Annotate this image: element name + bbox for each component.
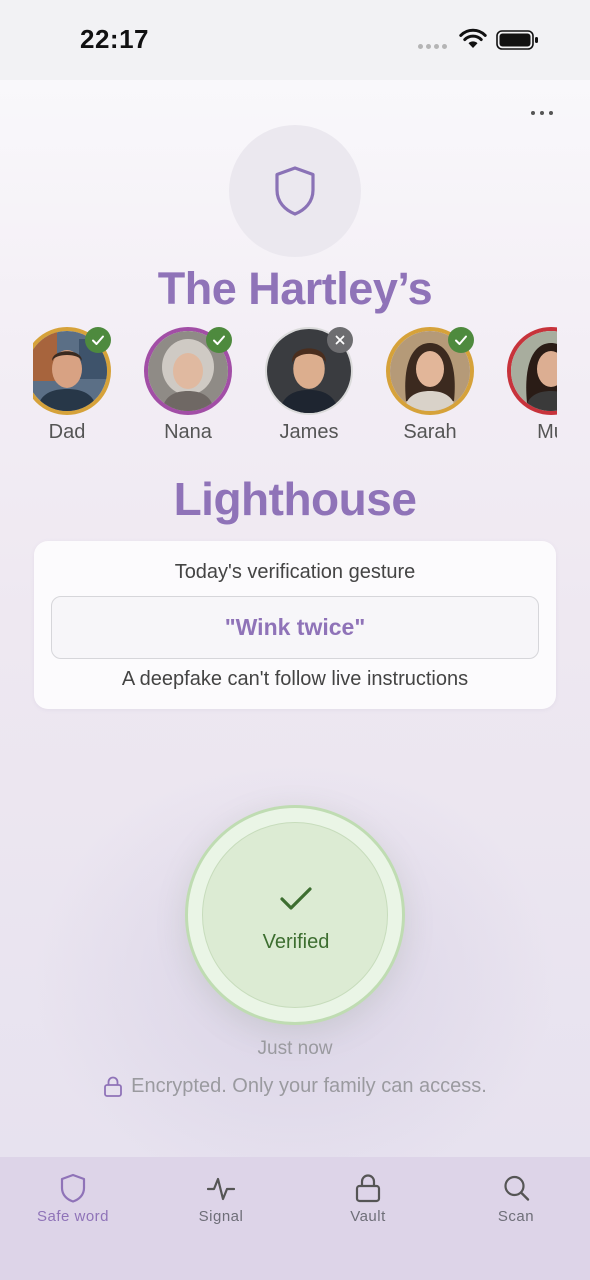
member-james[interactable]: James [249,325,369,455]
verified-badge [448,327,474,353]
tab-safe-word[interactable]: Safe word [13,1173,133,1233]
status-bar: 22:17 [0,0,590,80]
tab-label: Signal [198,1208,244,1225]
tab-bar: Safe word Signal Vault Scan [0,1157,590,1280]
encryption-text: Encrypted. Only your family can access. [131,1075,487,1097]
wifi-icon [459,28,487,48]
member-dad[interactable]: Dad [33,325,127,455]
avatar [507,327,557,415]
status-time: 22:17 [80,24,149,54]
battery-icon [496,30,538,50]
signal-dots-icon [418,44,447,49]
app-title: Lighthouse [173,473,417,525]
tab-vault[interactable]: Vault [308,1173,428,1233]
shield-icon [275,166,315,216]
member-sarah[interactable]: Sarah [370,325,490,455]
check-icon [213,335,225,345]
main-screen: The Hartley’s Dad Nana James Sarah M Lig… [0,80,590,1157]
gesture-value: "Wink twice" [51,596,539,659]
family-name: The Hartley’s [157,263,433,314]
tab-signal[interactable]: Signal [161,1173,281,1233]
member-name: James [279,421,339,443]
member-name: Nana [164,421,212,443]
pulse-icon [207,1177,235,1201]
family-members-row[interactable]: Dad Nana James Sarah M [33,325,557,455]
member-name: Sarah [403,421,457,443]
verified-badge [85,327,111,353]
verify-button[interactable]: Verified [185,805,405,1025]
verify-status: Verified [262,931,330,953]
shield-badge [229,125,361,257]
member-mu[interactable]: Mu [491,325,557,455]
search-icon [504,1175,530,1201]
encryption-note: Encrypted. Only your family can access. [0,1075,590,1098]
lock-icon [355,1174,381,1203]
verified-badge [206,327,232,353]
tab-label: Vault [350,1208,386,1225]
more-options-icon[interactable] [526,104,558,122]
verify-inner-circle: Verified [202,822,388,1008]
tab-label: Safe word [36,1208,110,1225]
gesture-note: A deepfake can't follow live instruction… [121,668,469,690]
tab-label: Scan [497,1208,535,1225]
shield-icon [60,1173,86,1203]
not-verified-badge [327,327,353,353]
lock-icon [104,1076,123,1097]
member-nana[interactable]: Nana [128,325,248,455]
verify-time: Just now [257,1038,333,1059]
close-icon [335,335,345,345]
check-icon [92,335,104,345]
member-name: Mu [537,421,557,443]
gesture-label: Today's verification gesture [174,561,416,583]
check-icon [280,887,312,910]
check-icon [455,335,467,345]
member-name: Dad [48,421,86,443]
tab-scan[interactable]: Scan [456,1173,576,1233]
verification-gesture-card: Today's verification gesture "Wink twice… [34,541,556,709]
